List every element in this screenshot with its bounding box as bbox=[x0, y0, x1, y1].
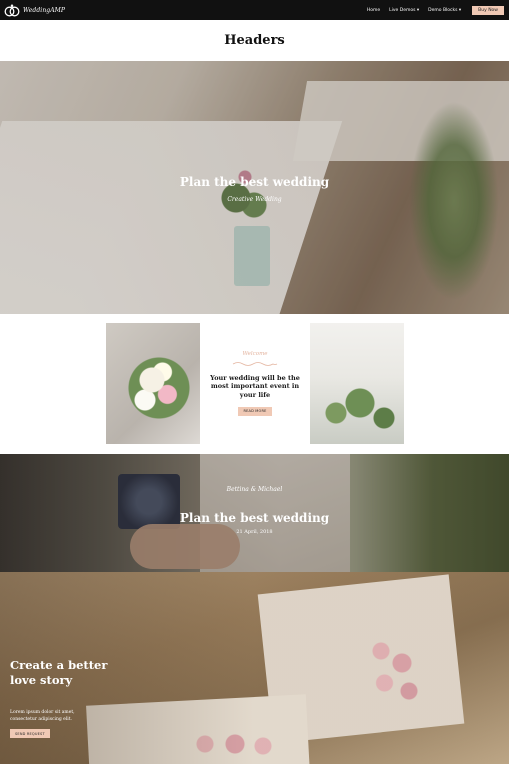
hero-couple-hands: Bettina & Michael Plan the best wedding … bbox=[0, 454, 509, 572]
send-request-button[interactable]: SEND REQUEST bbox=[10, 729, 50, 738]
nav-home-link[interactable]: Home bbox=[367, 8, 380, 13]
nav-demo-blocks-dropdown[interactable]: Demo Blocks ▾ bbox=[428, 8, 461, 13]
bouquet-image bbox=[124, 348, 194, 428]
hero-title: Create a better love story bbox=[10, 658, 108, 687]
reception-photo bbox=[310, 323, 404, 444]
welcome-heading: Your wedding will be the most important … bbox=[210, 374, 300, 399]
hero-wedding-table: Plan the best wedding Creative Wedding bbox=[0, 61, 509, 314]
bouquet-photo bbox=[106, 323, 200, 444]
hero-description: Lorem ipsum dolor sit amet, consectetur … bbox=[10, 710, 75, 722]
welcome-label: Welcome bbox=[242, 351, 268, 358]
ornament-divider-icon bbox=[232, 362, 278, 367]
hero-title: Plan the best wedding bbox=[179, 511, 330, 525]
hero-title: Plan the best wedding bbox=[179, 175, 330, 189]
welcome-text-block: Welcome Your wedding will be the most im… bbox=[200, 323, 310, 444]
nav-live-demos-dropdown[interactable]: Live Demos ▾ bbox=[389, 8, 419, 13]
nav-links: Home Live Demos ▾ Demo Blocks ▾ Buy Now bbox=[367, 5, 505, 15]
welcome-section: Welcome Your wedding will be the most im… bbox=[0, 314, 509, 454]
top-navbar: WeddingAMP Home Live Demos ▾ Demo Blocks… bbox=[0, 0, 509, 20]
hero-gift-boxes: Create a better love story Lorem ipsum d… bbox=[0, 572, 509, 764]
wedding-date: 21 April, 2018 bbox=[236, 529, 273, 535]
hero-subtitle: Creative Wedding bbox=[227, 196, 282, 203]
buy-now-button[interactable]: Buy Now bbox=[472, 5, 504, 15]
page-title: Headers bbox=[224, 33, 285, 48]
logo[interactable]: WeddingAMP bbox=[4, 3, 65, 17]
read-more-button[interactable]: READ MORE bbox=[238, 406, 272, 416]
centerpiece-image bbox=[320, 383, 400, 433]
rings-icon bbox=[4, 4, 20, 17]
couple-names: Bettina & Michael bbox=[226, 486, 283, 493]
brand-name: WeddingAMP bbox=[23, 6, 66, 14]
